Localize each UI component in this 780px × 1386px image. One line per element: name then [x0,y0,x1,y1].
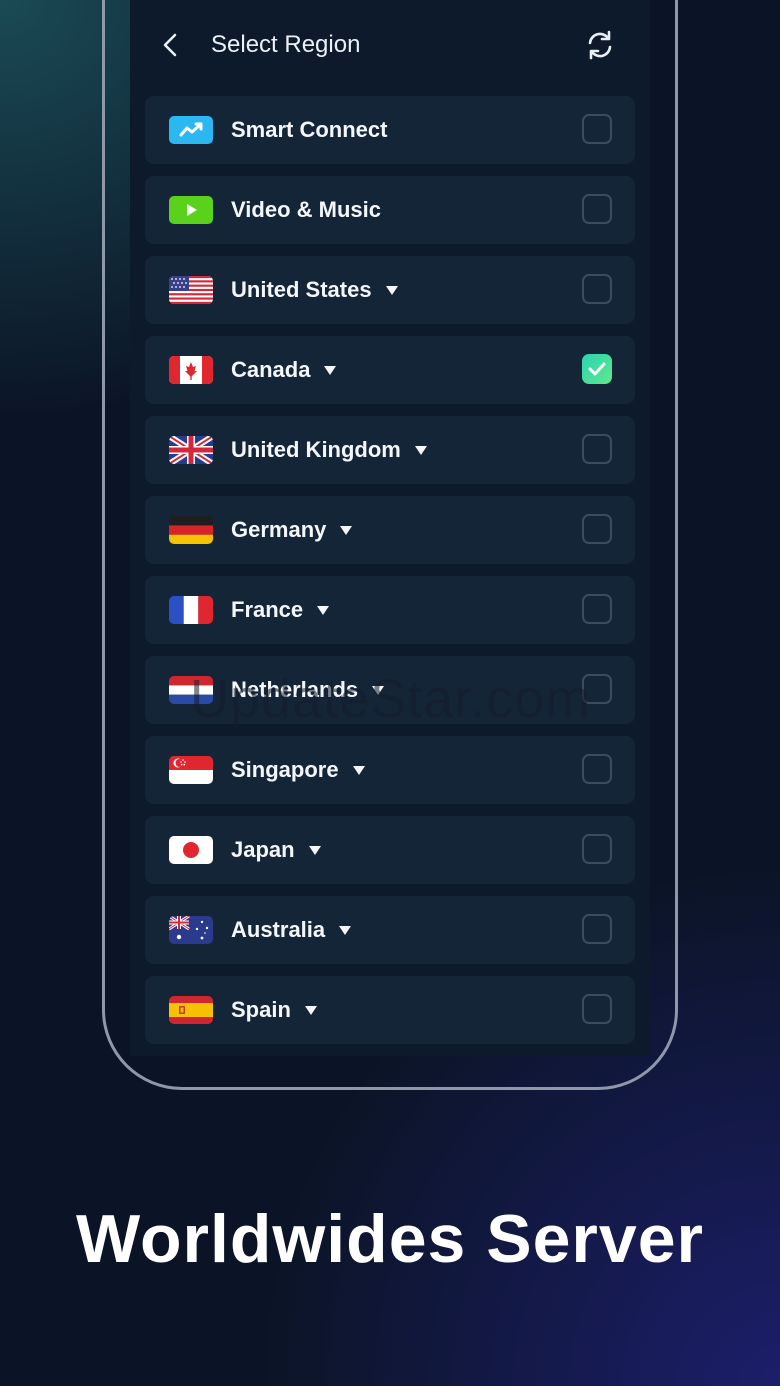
play-icon [169,196,213,224]
us-flag-icon [169,276,213,304]
region-checkbox[interactable] [582,914,612,944]
germany-flag-icon [169,516,213,544]
region-checkbox[interactable] [582,354,612,384]
refresh-icon[interactable] [584,29,616,61]
region-name: Singapore [231,736,365,804]
canada-flag-icon [169,356,213,384]
region-name: France [231,576,330,644]
smart-connect-icon [169,116,213,144]
france-flag-icon [169,596,213,624]
region-checkbox[interactable] [582,994,612,1024]
region-label: Singapore [231,757,339,782]
japan-flag-icon [169,836,213,864]
region-label: Netherlands [231,677,359,702]
region-checkbox[interactable] [582,434,612,464]
region-row-smart-connect[interactable]: Smart Connect [145,96,635,164]
header: Select Region [130,0,650,92]
region-row-singapore-flag[interactable]: Singapore [145,736,635,804]
region-label: Australia [231,917,326,942]
region-checkbox[interactable] [582,834,612,864]
caret-down-icon[interactable] [340,525,353,535]
singapore-flag-icon [169,756,213,784]
region-checkbox[interactable] [582,594,612,624]
region-label: France [231,597,304,622]
region-name: Japan [231,816,321,884]
region-row-australia-flag[interactable]: Australia [145,896,635,964]
region-label: Canada [231,357,311,382]
caret-down-icon[interactable] [324,365,337,375]
caption: Worldwides Server [76,1201,704,1277]
australia-flag-icon [169,916,213,944]
region-label: Smart Connect [231,117,388,142]
caret-down-icon[interactable] [317,605,330,615]
caret-down-icon[interactable] [308,845,321,855]
region-label: Video & Music [231,197,381,222]
region-row-germany-flag[interactable]: Germany [145,496,635,564]
back-arrow-icon[interactable] [156,30,186,60]
region-label: United States [231,277,372,302]
region-name: Spain [231,976,317,1044]
region-checkbox[interactable] [582,754,612,784]
region-name: Canada [231,336,337,404]
region-name: Netherlands [231,656,385,724]
netherlands-flag-icon [169,676,213,704]
page-title: Select Region [211,31,361,58]
uk-flag-icon [169,436,213,464]
caret-down-icon[interactable] [352,765,365,775]
region-name: Germany [231,496,353,564]
caret-down-icon[interactable] [414,445,427,455]
region-label: Germany [231,517,327,542]
region-row-play[interactable]: Video & Music [145,176,635,244]
checkmark-icon [588,362,606,376]
region-name: United States [231,256,398,324]
caret-down-icon[interactable] [372,685,385,695]
caret-down-icon[interactable] [304,1005,317,1015]
region-checkbox[interactable] [582,194,612,224]
region-row-canada-flag[interactable]: Canada [145,336,635,404]
app-screen: Select Region Smart Connect Video & Music… [130,0,650,1056]
region-row-spain-flag[interactable]: Spain [145,976,635,1044]
spain-flag-icon [169,996,213,1024]
region-label: Japan [231,837,295,862]
region-checkbox[interactable] [582,114,612,144]
region-list: Smart Connect Video & Music United States C… [145,96,635,1056]
caret-down-icon[interactable] [385,285,398,295]
region-name: Australia [231,896,352,964]
region-row-france-flag[interactable]: France [145,576,635,644]
region-checkbox[interactable] [582,674,612,704]
region-checkbox[interactable] [582,274,612,304]
region-label: United Kingdom [231,437,401,462]
region-name: Video & Music [231,176,381,244]
region-row-japan-flag[interactable]: Japan [145,816,635,884]
region-row-us-flag[interactable]: United States [145,256,635,324]
region-row-netherlands-flag[interactable]: Netherlands [145,656,635,724]
region-label: Spain [231,997,291,1022]
region-name: United Kingdom [231,416,427,484]
region-checkbox[interactable] [582,514,612,544]
caret-down-icon[interactable] [339,925,352,935]
region-name: Smart Connect [231,96,387,164]
region-row-uk-flag[interactable]: United Kingdom [145,416,635,484]
